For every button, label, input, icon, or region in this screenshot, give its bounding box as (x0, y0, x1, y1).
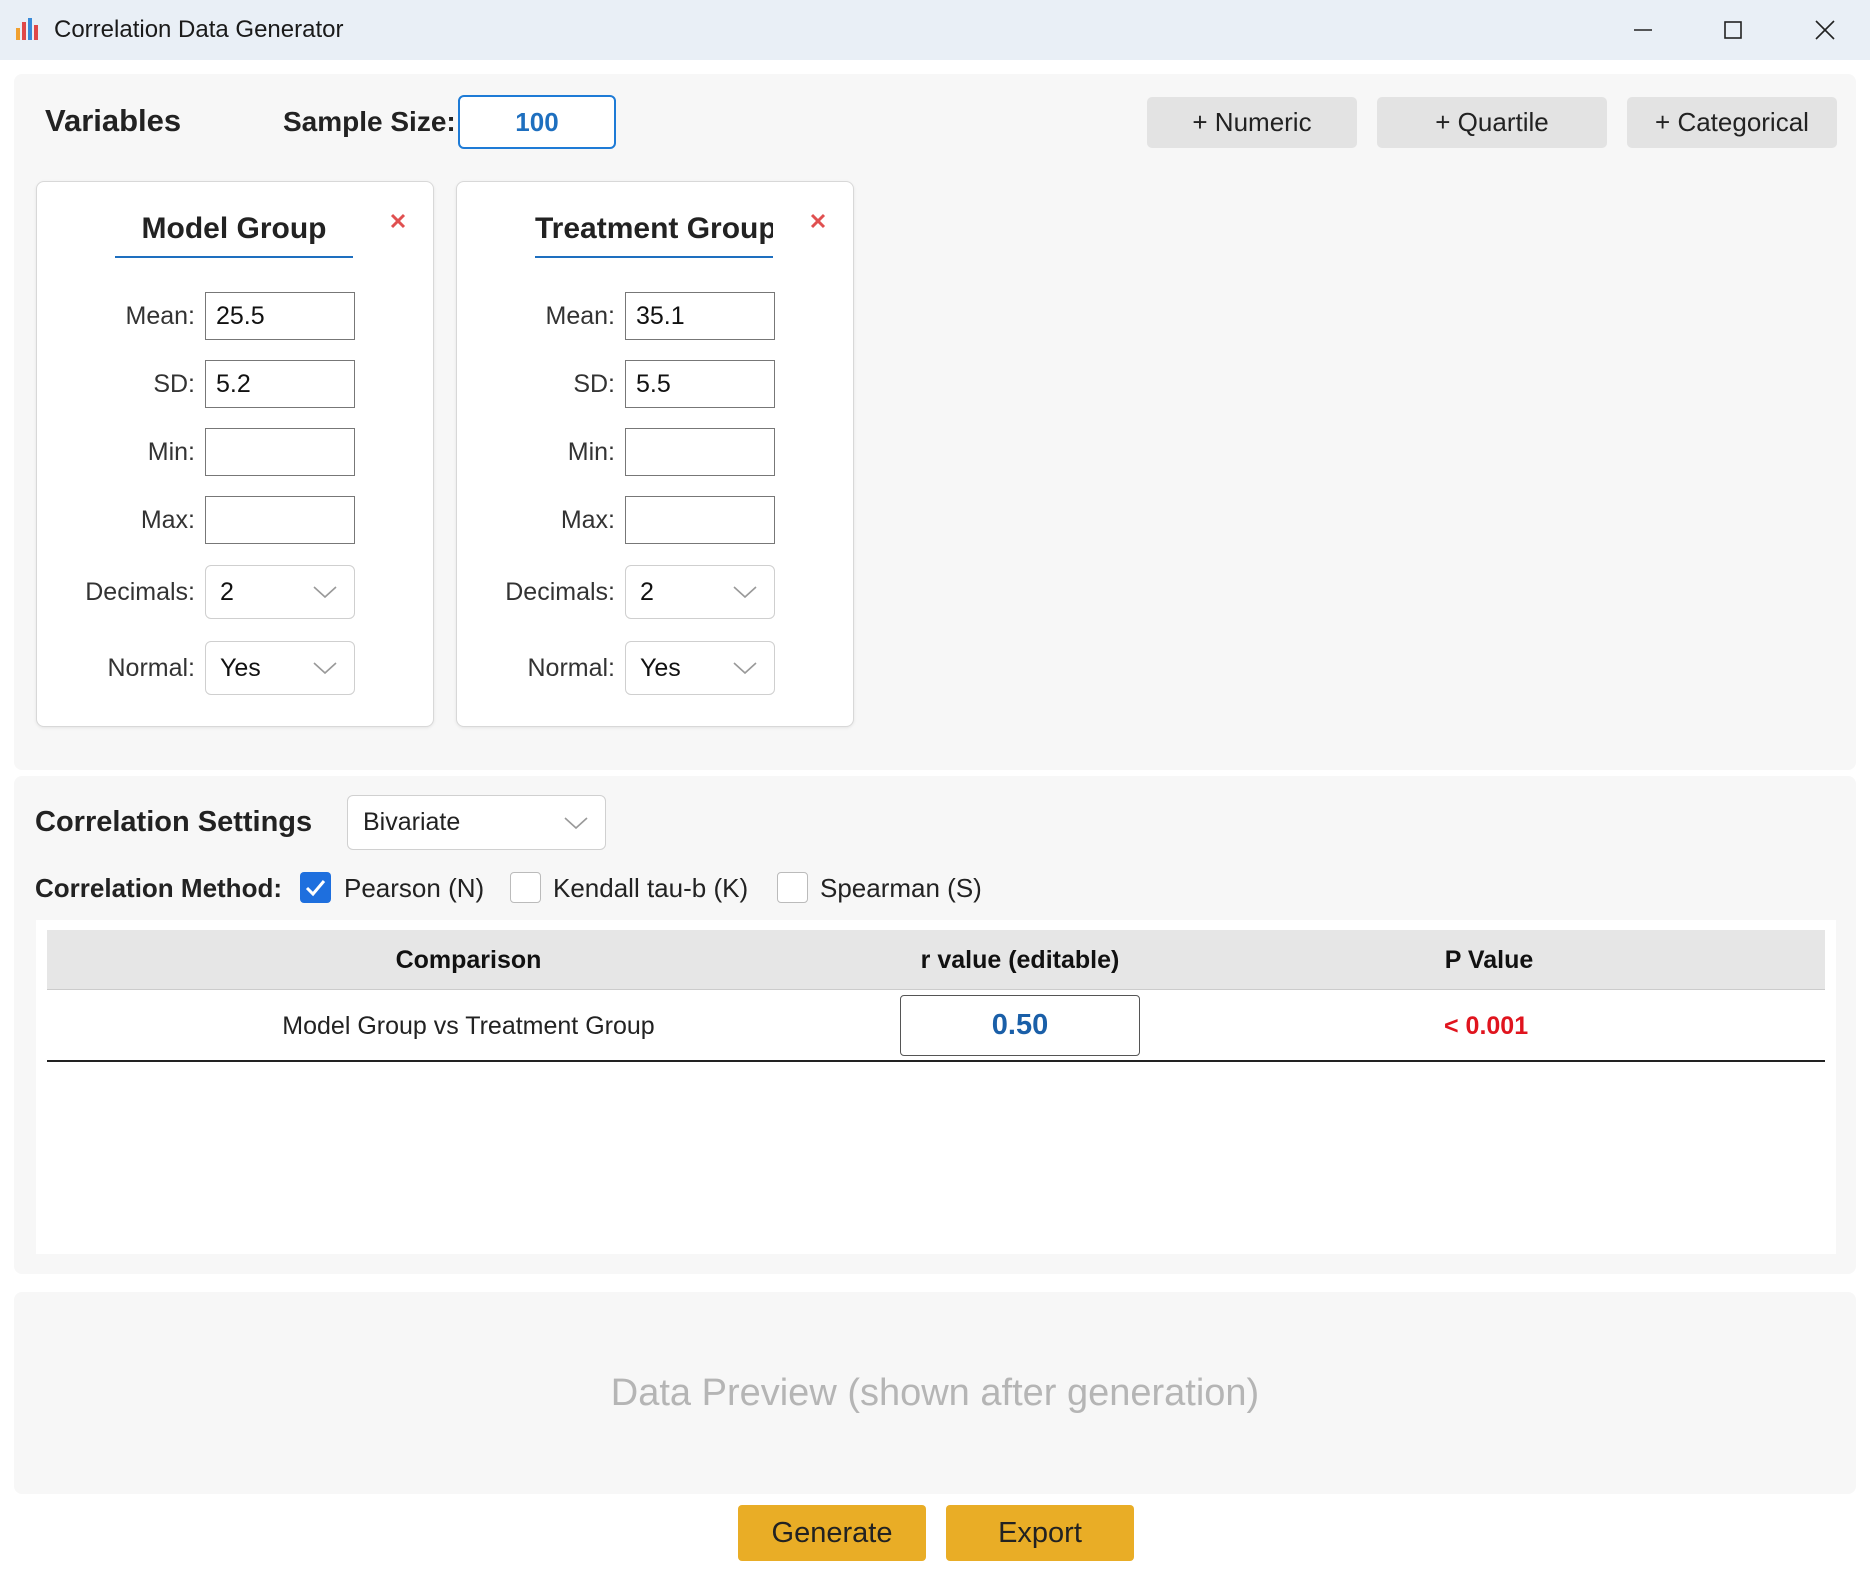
comparison-cell: Model Group vs Treatment Group (282, 1012, 655, 1040)
correlation-method-label: Correlation Method: (35, 873, 282, 903)
add-categorical-button[interactable]: + Categorical (1627, 97, 1837, 148)
r-value-input[interactable]: 0.50 (900, 995, 1140, 1056)
decimals-value: 2 (640, 577, 654, 606)
chevron-down-icon (733, 662, 757, 675)
remove-variable-icon[interactable] (387, 210, 409, 232)
export-button[interactable]: Export (946, 1505, 1134, 1561)
max-input[interactable] (625, 496, 775, 544)
chevron-down-icon (313, 586, 337, 599)
decimals-select[interactable]: 2 (625, 565, 775, 619)
sd-input[interactable]: 5.5 (625, 360, 775, 408)
mean-input[interactable]: 25.5 (205, 292, 355, 340)
min-input[interactable] (625, 428, 775, 476)
sd-input[interactable]: 5.2 (205, 360, 355, 408)
sd-label: SD: (153, 370, 195, 398)
pearson-checkbox[interactable] (300, 872, 331, 903)
sample-size-input[interactable]: 100 (458, 95, 616, 149)
mean-input[interactable]: 35.1 (625, 292, 775, 340)
max-label: Max: (560, 506, 615, 534)
decimals-select[interactable]: 2 (205, 565, 355, 619)
min-label: Min: (567, 438, 615, 466)
variables-title: Variables (45, 103, 182, 138)
normal-select[interactable]: Yes (205, 641, 355, 695)
max-label: Max: (140, 506, 195, 534)
chevron-down-icon (313, 662, 337, 675)
variable-card-treatment-group: Treatment Group Mean: 35.1 SD: 5.5 Min: … (456, 181, 854, 727)
remove-variable-icon[interactable] (807, 210, 829, 232)
close-icon (1815, 20, 1835, 40)
generate-button[interactable]: Generate (738, 1505, 926, 1561)
chevron-down-icon (564, 817, 588, 830)
correlation-type-value: Bivariate (363, 808, 461, 836)
p-value-cell: < 0.001 (1444, 1012, 1529, 1040)
decimals-label: Decimals: (85, 578, 195, 606)
column-header-r-value: r value (editable) (920, 946, 1120, 974)
variable-name-input[interactable]: Model Group (115, 212, 353, 258)
min-label: Min: (147, 438, 195, 466)
variable-name-input[interactable]: Treatment Group (535, 212, 773, 258)
sd-label: SD: (573, 370, 615, 398)
checkmark-icon (305, 880, 326, 897)
normal-label: Normal: (527, 654, 615, 682)
normal-label: Normal: (107, 654, 195, 682)
table-row-divider (47, 1060, 1825, 1062)
decimals-label: Decimals: (505, 578, 615, 606)
min-input[interactable] (205, 428, 355, 476)
mean-label: Mean: (545, 302, 615, 330)
correlation-settings-title: Correlation Settings (35, 806, 313, 838)
max-input[interactable] (205, 496, 355, 544)
maximize-button[interactable] (1688, 0, 1778, 60)
normal-value: Yes (220, 653, 261, 682)
column-header-p-value: P Value (1444, 946, 1534, 974)
spearman-label[interactable]: Spearman (S) (820, 873, 982, 904)
column-header-comparison: Comparison (395, 946, 542, 974)
variable-card-model-group: Model Group Mean: 25.5 SD: 5.2 Min: Max:… (36, 181, 434, 727)
close-window-button[interactable] (1780, 0, 1870, 60)
minimize-icon (1634, 29, 1652, 31)
decimals-value: 2 (220, 577, 234, 606)
kendall-label[interactable]: Kendall tau-b (K) (553, 873, 748, 904)
bar-chart-icon (16, 18, 38, 40)
correlation-type-select[interactable]: Bivariate (347, 795, 606, 850)
normal-value: Yes (640, 653, 681, 682)
spearman-checkbox[interactable] (777, 872, 808, 903)
add-quartile-button[interactable]: + Quartile (1377, 97, 1607, 148)
mean-label: Mean: (125, 302, 195, 330)
add-numeric-button[interactable]: + Numeric (1147, 97, 1357, 148)
window-title: Correlation Data Generator (54, 16, 344, 43)
minimize-button[interactable] (1598, 0, 1688, 60)
sample-size-label: Sample Size: (283, 106, 456, 137)
kendall-checkbox[interactable] (510, 872, 541, 903)
normal-select[interactable]: Yes (625, 641, 775, 695)
pearson-label[interactable]: Pearson (N) (344, 873, 484, 904)
data-preview-placeholder: Data Preview (shown after generation) (610, 1372, 1260, 1414)
maximize-icon (1724, 21, 1742, 39)
title-bar: Correlation Data Generator (0, 0, 1870, 60)
chevron-down-icon (733, 586, 757, 599)
